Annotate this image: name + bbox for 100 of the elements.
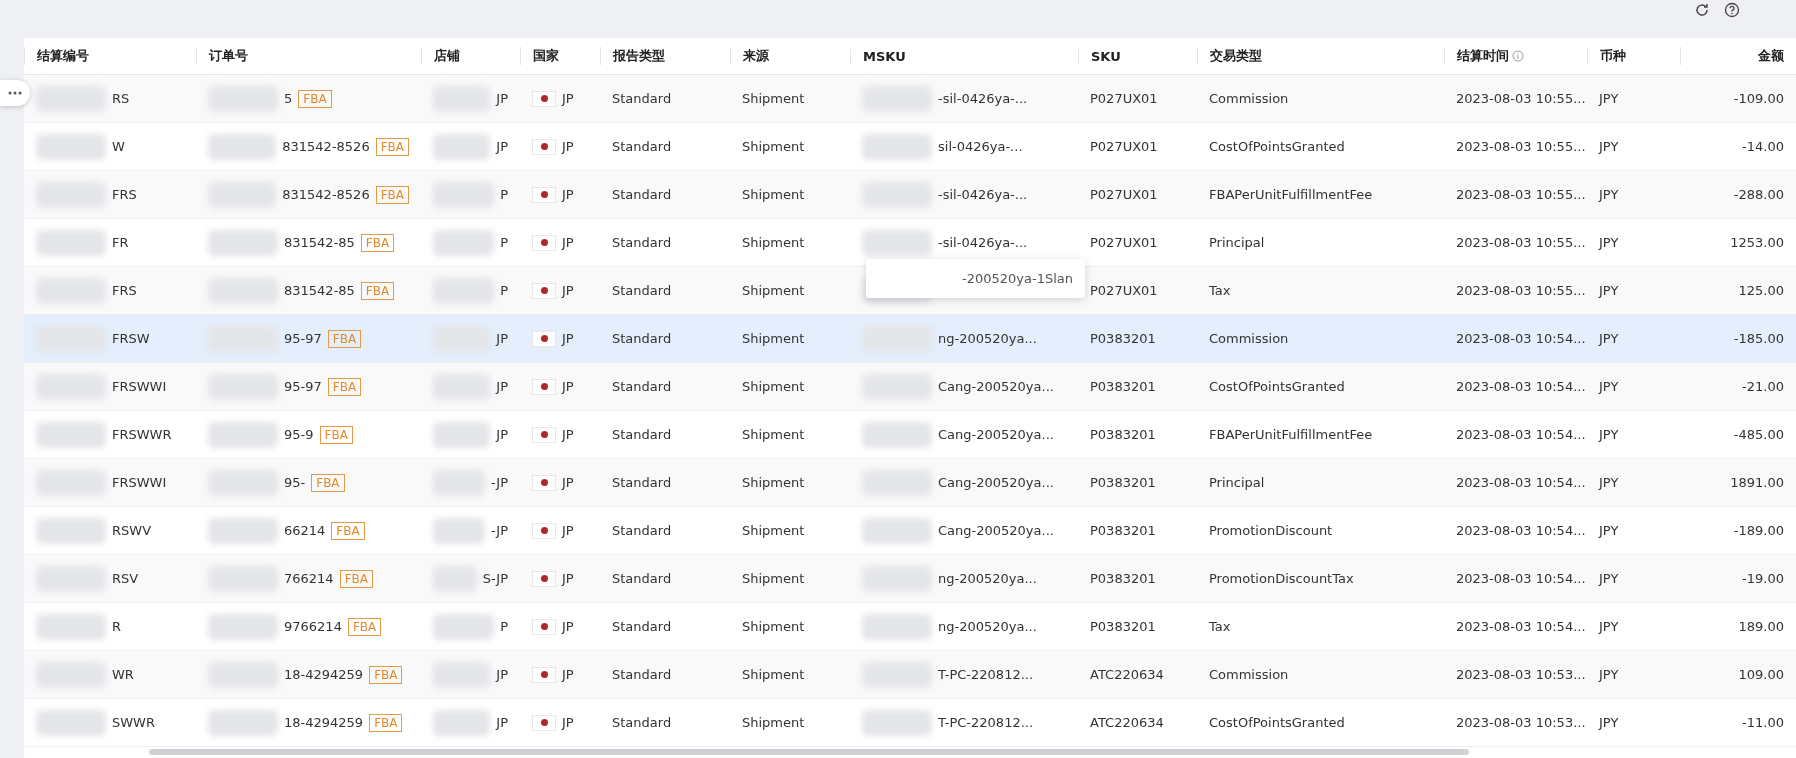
- table-cell: JPY: [1599, 235, 1619, 250]
- table-cell: P: [500, 283, 508, 298]
- table-cell: -21.00: [1742, 379, 1784, 394]
- table-cell: 2023-08-03 10:54...: [1456, 427, 1586, 442]
- column-header[interactable]: 币种: [1600, 47, 1626, 65]
- table-cell: Standard: [612, 331, 672, 346]
- table-cell: ng-200520ya...: [938, 331, 1037, 346]
- table-cell: 2023-08-03 10:55...: [1456, 187, 1586, 202]
- flag-icon: [532, 666, 556, 683]
- column-header[interactable]: SKU: [1091, 48, 1121, 64]
- column-header[interactable]: 结算时间: [1457, 47, 1509, 65]
- table-cell: -JP: [490, 475, 508, 490]
- redaction-blur: [208, 709, 278, 736]
- table-cell: Standard: [612, 523, 672, 538]
- table-cell: ATC220634: [1090, 667, 1164, 682]
- table-row[interactable]: FRS 831542-8526 FBA P JP Standard Shipment -sil-0426ya-... P027UX01 FBAPerUnitFulfillmentFee 2023-08-03 10:55... JPY -288.00: [24, 171, 1796, 219]
- table-cell: 2023-08-03 10:54...: [1456, 379, 1586, 394]
- help-icon[interactable]: [1724, 2, 1740, 18]
- redaction-blur: [862, 421, 932, 448]
- table-cell: Standard: [612, 379, 672, 394]
- column-header[interactable]: MSKU: [863, 48, 906, 64]
- table-cell: JP: [496, 427, 508, 442]
- fba-tag: FBA: [360, 233, 395, 252]
- table-cell: JPY: [1599, 187, 1619, 202]
- column-header[interactable]: 来源: [743, 47, 769, 65]
- table-cell: P027UX01: [1090, 91, 1158, 106]
- table-cell: Shipment: [742, 619, 805, 634]
- table-cell: JP: [496, 379, 508, 394]
- table-cell: JPY: [1599, 715, 1619, 730]
- table-cell: 2023-08-03 10:53...: [1456, 715, 1586, 730]
- redaction-blur: [433, 229, 495, 256]
- column-header[interactable]: 国家: [533, 47, 559, 65]
- table-cell: JP: [562, 91, 574, 106]
- redaction-blur: [433, 133, 491, 160]
- table-cell: FRSWWI: [112, 475, 167, 490]
- more-button[interactable]: [0, 80, 30, 106]
- table-cell: P0383201: [1090, 523, 1156, 538]
- table-cell: 1891.00: [1730, 475, 1784, 490]
- table-cell: -485.00: [1733, 427, 1784, 442]
- table-cell: Standard: [612, 571, 672, 586]
- table-cell: Standard: [612, 235, 672, 250]
- column-header[interactable]: 报告类型: [613, 47, 665, 65]
- info-icon[interactable]: [1512, 50, 1524, 62]
- table-cell: JPY: [1599, 139, 1619, 154]
- column-header[interactable]: 订单号: [209, 47, 248, 65]
- table-cell: 2023-08-03 10:54...: [1456, 619, 1586, 634]
- table-cell: Shipment: [742, 715, 805, 730]
- column-header[interactable]: 结算编号: [37, 47, 89, 65]
- table-cell: 2023-08-03 10:53...: [1456, 667, 1586, 682]
- table-cell: -185.00: [1733, 331, 1784, 346]
- table-row[interactable]: RSV 766214 FBA S-JP JP Standard Shipment ng-200520ya... P0383201 PromotionDiscountTax 2023-08-03 10:54... JPY -19.00: [24, 555, 1796, 603]
- table-cell: Shipment: [742, 667, 805, 682]
- table-cell: 5: [284, 91, 293, 106]
- table-cell: Standard: [612, 283, 672, 298]
- table-cell: P0383201: [1090, 571, 1156, 586]
- table-row[interactable]: RS 5 FBA JP JP Standard Shipment -sil-0426ya-... P027UX01 Commission 2023-08-03 10:55... JPY -109.00: [24, 75, 1796, 123]
- table-cell: 18-4294259: [284, 715, 364, 730]
- table-cell: P: [500, 619, 508, 634]
- table-cell: ng-200520ya...: [938, 619, 1037, 634]
- flag-icon: [532, 90, 556, 107]
- table-cell: JP: [496, 667, 508, 682]
- column-header[interactable]: 店铺: [434, 47, 460, 65]
- column-header[interactable]: 交易类型: [1210, 47, 1262, 65]
- table-cell: S-JP: [482, 571, 508, 586]
- table-cell: Cang-200520ya...: [938, 523, 1054, 538]
- table-cell: JP: [562, 427, 574, 442]
- fba-tag: FBA: [360, 281, 395, 300]
- table-cell: JP: [496, 715, 508, 730]
- refresh-icon[interactable]: [1694, 2, 1710, 18]
- table-cell: JP: [562, 475, 574, 490]
- fba-tag: FBA: [375, 185, 409, 204]
- table-cell: ATC220634: [1090, 715, 1164, 730]
- table-cell: sil-0426ya-...: [938, 139, 1023, 154]
- table-row[interactable]: WR 18-4294259 FBA JP JP Standard Shipment T-PC-220812... ATC220634 Commission 2023-08-03 10:53... JPY 109.00: [24, 651, 1796, 699]
- table-cell: 831542-85: [284, 235, 355, 250]
- flag-icon: [532, 138, 556, 155]
- table-row[interactable]: FRSW 95-97 FBA JP JP Standard Shipment ng-200520ya... P0383201 Commission 2023-08-03 10:54... JPY -185.00: [24, 315, 1796, 363]
- table-cell: FRSWWI: [112, 379, 167, 394]
- table-cell: W: [112, 139, 125, 154]
- redaction-blur: [36, 133, 106, 160]
- table-row[interactable]: FRSWWI 95-97 FBA JP JP Standard Shipment Cang-200520ya... P0383201 CostOfPointsGranted 2023-08-03 10:54... JPY -21.00: [24, 363, 1796, 411]
- flag-icon: [532, 282, 556, 299]
- table-cell: JP: [562, 619, 574, 634]
- table-cell: Shipment: [742, 235, 805, 250]
- redaction-blur: [36, 709, 106, 736]
- redaction-blur: [36, 613, 106, 640]
- scrollbar[interactable]: [149, 749, 1469, 755]
- table-cell: Shipment: [742, 139, 805, 154]
- table-row[interactable]: FRSWWI 95- FBA -JP JP Standard Shipment Cang-200520ya... P0383201 Principal 2023-08-03 10:54... JPY 1891.00: [24, 459, 1796, 507]
- redaction-blur: [208, 613, 278, 640]
- redaction-blur: [433, 709, 491, 736]
- table-cell: -sil-0426ya-...: [938, 187, 1028, 202]
- table-cell: JP: [562, 571, 574, 586]
- table-cell: P027UX01: [1090, 235, 1158, 250]
- fba-tag: FBA: [319, 425, 353, 444]
- table-cell: 95-97: [284, 331, 322, 346]
- column-header[interactable]: 金额: [1758, 47, 1784, 65]
- table-cell: P0383201: [1090, 475, 1156, 490]
- fba-tag: FBA: [298, 89, 332, 108]
- redaction-blur: [208, 517, 278, 544]
